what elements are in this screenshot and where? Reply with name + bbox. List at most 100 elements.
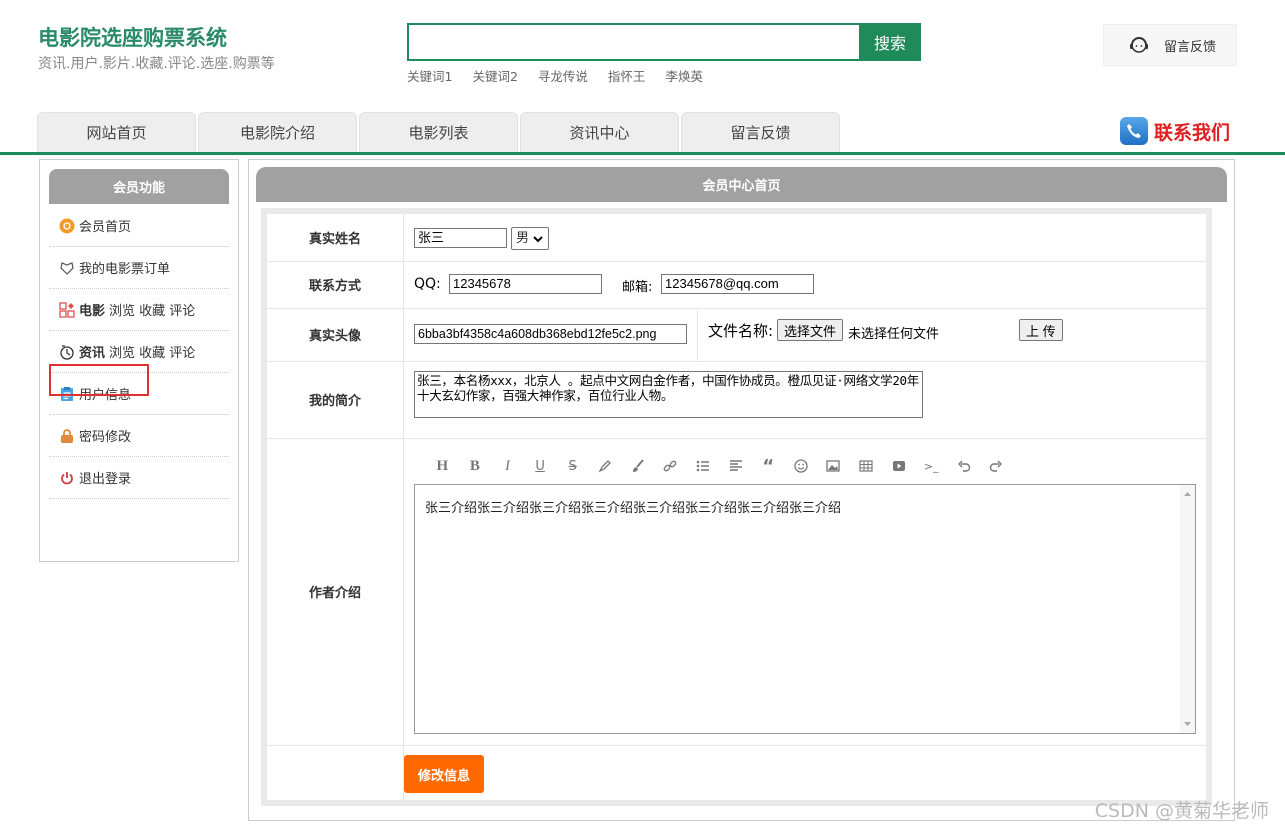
- sidebar-title: 会员功能: [49, 169, 229, 204]
- strikethrough-icon[interactable]: S: [556, 456, 589, 476]
- site-title: 电影院选座购票系统: [38, 26, 227, 50]
- brush-icon[interactable]: [622, 456, 655, 476]
- field-cell: 6bba3bf4358c4a608db368ebd12fe5c2.png 文件名…: [404, 308, 1206, 361]
- editor-scrollbar[interactable]: [1180, 485, 1195, 733]
- nav-tab-cinema-intro[interactable]: 电影院介绍: [198, 112, 357, 152]
- email-input[interactable]: 12345678@qq.com: [661, 274, 814, 294]
- search-bar: 搜索: [407, 23, 921, 61]
- form-row-contact: 联系方式 QQ: 12345678 邮箱: 12345678@qq.com: [267, 261, 1206, 309]
- panel-title: 会员中心首页: [256, 167, 1227, 202]
- sidebar-item-movies[interactable]: 电影 浏览 收藏 评论: [49, 289, 229, 331]
- field-label: 联系方式: [267, 261, 404, 308]
- code-icon[interactable]: >_: [915, 456, 948, 476]
- field-cell: 张三 男: [404, 214, 1206, 261]
- nav-tab-news[interactable]: 资讯中心: [520, 112, 679, 152]
- choose-file-button[interactable]: 选择文件: [777, 319, 844, 341]
- italic-icon[interactable]: I: [491, 456, 524, 476]
- real-name-input[interactable]: 张三: [414, 228, 507, 248]
- scroll-up-icon: [1184, 492, 1191, 496]
- news-icon: [59, 344, 75, 360]
- keyword-link[interactable]: 关键词1: [407, 66, 452, 85]
- nav-tab-movie-list[interactable]: 电影列表: [359, 112, 518, 152]
- cell-divider: [697, 308, 698, 361]
- form-row-intro: 我的简介 张三，本名杨xxx，北京人 。起点中文网白金作者，中国作协成员。橙瓜见…: [267, 361, 1206, 439]
- sidebar-item-strong: 电影: [79, 304, 106, 319]
- sidebar-item-news[interactable]: 资讯 浏览 收藏 评论: [49, 331, 229, 373]
- main-nav: 网站首页 电影院介绍 电影列表 资讯中心 留言反馈: [37, 112, 842, 152]
- profile-form-wrapper: 真实姓名 张三 男 联系方式 QQ: 12345678 邮箱: 12345678…: [261, 208, 1212, 806]
- intro-textarea[interactable]: 张三，本名杨xxx，北京人 。起点中文网白金作者，中国作协成员。橙瓜见证·网络文…: [414, 371, 923, 418]
- align-icon[interactable]: [719, 456, 752, 476]
- bullet-list-icon[interactable]: [687, 456, 720, 476]
- site-subtitle: 资讯.用户.影片.收藏.评论.选座.购票等: [38, 56, 275, 72]
- sidebar-item-change-password[interactable]: 密码修改: [49, 415, 229, 457]
- search-input[interactable]: [409, 25, 859, 59]
- file-name-label: 文件名称:: [708, 322, 774, 340]
- table-icon[interactable]: [850, 456, 883, 476]
- undo-icon[interactable]: [948, 456, 981, 476]
- field-label: 我的简介: [267, 361, 404, 438]
- nav-tab-home[interactable]: 网站首页: [37, 112, 196, 152]
- sidebar-item-member-home[interactable]: 会员首页: [49, 205, 229, 247]
- member-sidebar: 会员功能 会员首页 我的电影票订单 电影 浏览 收藏 评论 资讯 浏览 收藏 评…: [39, 159, 239, 562]
- hot-keywords: 关键词1 关键词2 寻龙传说 指怀王 李焕英: [407, 66, 723, 85]
- sidebar-item-user-info[interactable]: 用户信息: [49, 364, 229, 415]
- field-cell: 修改信息: [404, 745, 1206, 800]
- search-button[interactable]: 搜索: [859, 23, 921, 61]
- power-icon: [59, 470, 75, 486]
- contact-us-label: 联系我们: [1154, 121, 1231, 144]
- nav-tab-feedback[interactable]: 留言反馈: [681, 112, 840, 152]
- lock-icon: [59, 428, 75, 444]
- rich-text-editor[interactable]: 张三介绍张三介绍张三介绍张三介绍张三介绍张三介绍张三介绍张三介绍: [414, 484, 1196, 734]
- bold-icon[interactable]: B: [459, 456, 492, 476]
- redo-icon[interactable]: [980, 456, 1013, 476]
- quote-icon[interactable]: “: [752, 456, 785, 477]
- sidebar-item-ticket-orders[interactable]: 我的电影票订单: [49, 247, 229, 289]
- feedback-button[interactable]: 留言反馈: [1103, 24, 1237, 66]
- keyword-link[interactable]: 指怀王: [608, 66, 646, 85]
- field-label: 真实姓名: [267, 214, 404, 261]
- profile-form: 真实姓名 张三 男 联系方式 QQ: 12345678 邮箱: 12345678…: [267, 214, 1206, 800]
- image-icon[interactable]: [817, 456, 850, 476]
- keyword-link[interactable]: 李焕英: [665, 66, 703, 85]
- heading-icon[interactable]: H: [426, 456, 459, 476]
- form-row-name: 真实姓名 张三 男: [267, 214, 1206, 262]
- field-label: 真实头像: [267, 308, 404, 361]
- qq-label: QQ:: [414, 276, 441, 292]
- sidebar-item-label: 会员首页: [79, 220, 132, 235]
- field-cell: H B I U S “ >_ 张三介绍张三介绍张三介绍张三介绍张三介绍张三介绍张…: [404, 438, 1206, 745]
- sidebar-item-label: 密码修改: [79, 430, 132, 445]
- upload-button[interactable]: 上 传: [1019, 319, 1063, 341]
- pen-icon[interactable]: [589, 456, 622, 476]
- field-cell: QQ: 12345678 邮箱: 12345678@qq.com: [404, 261, 1206, 308]
- video-icon[interactable]: [882, 456, 915, 476]
- sidebar-menu: 会员首页 我的电影票订单 电影 浏览 收藏 评论 资讯 浏览 收藏 评论 用户信…: [49, 205, 229, 499]
- phone-icon: [1120, 117, 1148, 145]
- emoji-icon[interactable]: [785, 456, 818, 476]
- gender-select[interactable]: 男: [511, 227, 550, 250]
- sidebar-item-logout[interactable]: 退出登录: [49, 457, 229, 499]
- qq-input[interactable]: 12345678: [449, 274, 602, 294]
- watermark: CSDN @黄菊华老师: [1094, 800, 1269, 822]
- headset-icon: [1130, 37, 1148, 53]
- underline-icon[interactable]: U: [524, 456, 557, 476]
- sidebar-item-strong: 资讯: [79, 346, 106, 361]
- form-row-author-intro: 作者介绍 H B I U S “ >_ 张三介绍张三介绍张三介绍张三介绍张三介绍…: [267, 438, 1206, 746]
- keyword-link[interactable]: 寻龙传说: [538, 66, 588, 85]
- scroll-down-icon: [1184, 722, 1191, 726]
- field-cell: 张三，本名杨xxx，北京人 。起点中文网白金作者，中国作协成员。橙瓜见证·网络文…: [404, 361, 1206, 438]
- link-icon[interactable]: [654, 456, 687, 476]
- editor-toolbar: H B I U S “ >_: [426, 456, 1013, 477]
- contact-us-link[interactable]: 联系我们: [1120, 117, 1230, 145]
- home-icon: [59, 218, 75, 234]
- avatar-filename-input[interactable]: 6bba3bf4358c4a608db368ebd12fe5c2.png: [414, 324, 687, 344]
- empty-label: [267, 745, 404, 800]
- no-file-text: 未选择任何文件: [848, 327, 940, 342]
- editor-content: 张三介绍张三介绍张三介绍张三介绍张三介绍张三介绍张三介绍张三介绍: [425, 501, 842, 516]
- field-label: 作者介绍: [267, 438, 404, 745]
- nav-divider: [0, 152, 1285, 155]
- form-row-submit: 修改信息: [267, 745, 1206, 800]
- ticket-order-icon: [59, 260, 75, 276]
- keyword-link[interactable]: 关键词2: [472, 66, 517, 85]
- update-info-button[interactable]: 修改信息: [404, 755, 484, 793]
